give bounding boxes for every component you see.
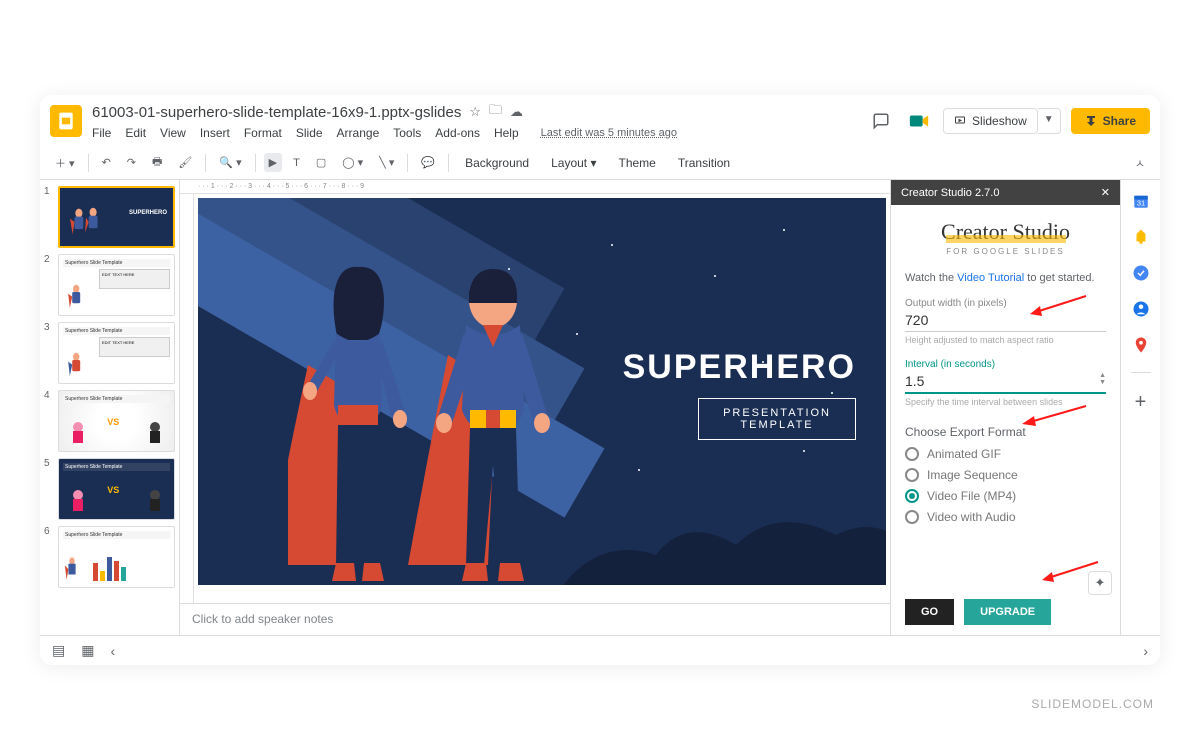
show-side-panel-icon[interactable]: ›	[1143, 643, 1148, 659]
video-tutorial-link[interactable]: Video Tutorial	[957, 272, 1024, 284]
side-panel-rail: 31 +	[1120, 180, 1160, 635]
menu-tools[interactable]: Tools	[393, 126, 421, 140]
creator-studio-panel: Creator Studio 2.7.0 ✕ Creator Studio FO…	[890, 180, 1120, 635]
interval-stepper[interactable]: ▲▼	[1099, 372, 1106, 386]
menu-edit[interactable]: Edit	[125, 126, 146, 140]
svg-text:31: 31	[1136, 199, 1144, 208]
collapse-toolbar-icon[interactable]: ㅅ	[1130, 152, 1150, 174]
slide-thumbnails: 1 SUPERHERO 2 Superhero Slide Template E…	[40, 180, 180, 635]
tasks-icon[interactable]	[1132, 264, 1150, 282]
output-width-label: Output width (in pixels)	[905, 298, 1106, 309]
sidebar-title: Creator Studio 2.7.0	[901, 187, 999, 199]
vertical-ruler	[180, 194, 194, 603]
share-button[interactable]: Share	[1071, 108, 1150, 134]
add-addon-icon[interactable]: +	[1132, 391, 1150, 409]
thumbnail-6[interactable]: Superhero Slide Template	[58, 526, 175, 588]
explore-button[interactable]: ✦	[1088, 571, 1112, 595]
slideshow-button[interactable]: Slideshow	[943, 108, 1038, 134]
grid-view-icon[interactable]: ▦	[81, 642, 94, 659]
print-button[interactable]: 🖶	[147, 150, 167, 175]
keep-icon[interactable]	[1132, 228, 1150, 246]
menu-addons[interactable]: Add-ons	[435, 126, 480, 140]
select-tool[interactable]: ▶	[264, 153, 282, 172]
creator-studio-logo: Creator Studio FOR GOOGLE SLIDES	[891, 205, 1120, 262]
thumbnail-3[interactable]: Superhero Slide Template EDIT TEXT HERE	[58, 322, 175, 384]
new-slide-button[interactable]: ＋ ▾	[50, 152, 80, 174]
export-format-title: Choose Export Format	[905, 425, 1106, 439]
output-width-input[interactable]	[905, 309, 1106, 332]
slide-title-text[interactable]: SUPERHERO	[623, 348, 856, 387]
last-edit-link[interactable]: Last edit was 5 minutes ago	[541, 127, 677, 139]
image-tool[interactable]: ▢	[311, 153, 331, 172]
slideshow-dropdown[interactable]: ▼	[1038, 108, 1061, 134]
undo-button[interactable]: ↶	[97, 153, 116, 172]
redo-button[interactable]: ↷	[122, 153, 141, 172]
thumbnail-2[interactable]: Superhero Slide Template EDIT TEXT HERE	[58, 254, 175, 316]
upgrade-button[interactable]: UPGRADE	[964, 599, 1051, 625]
paint-format-button[interactable]: 🖌	[173, 153, 197, 172]
document-title[interactable]: 61003-01-superhero-slide-template-16x9-1…	[92, 104, 461, 121]
thumbnail-5[interactable]: Superhero Slide Template VS	[58, 458, 175, 520]
collapse-filmstrip-icon[interactable]: ‹	[110, 643, 115, 659]
menu-slide[interactable]: Slide	[296, 126, 323, 140]
slide-subtitle-box[interactable]: PRESENTATION TEMPLATE	[698, 398, 856, 440]
menu-insert[interactable]: Insert	[200, 126, 230, 140]
thumbnail-4[interactable]: Superhero Slide Template VS	[58, 390, 175, 452]
option-video-mp4[interactable]: Video File (MP4)	[905, 489, 1106, 503]
shape-tool[interactable]: ◯ ▾	[337, 153, 368, 172]
textbox-tool[interactable]: T	[288, 154, 305, 172]
star-icon[interactable]: ☆	[469, 104, 481, 120]
calendar-icon[interactable]: 31	[1132, 192, 1150, 210]
hero-illustration	[288, 255, 558, 585]
layout-button[interactable]: Layout ▾	[543, 153, 604, 173]
option-image-sequence[interactable]: Image Sequence	[905, 468, 1106, 482]
menu-format[interactable]: Format	[244, 126, 282, 140]
move-icon[interactable]: 🗀	[489, 101, 502, 123]
menu-file[interactable]: File	[92, 126, 111, 140]
maps-icon[interactable]	[1132, 336, 1150, 354]
transition-button[interactable]: Transition	[670, 153, 738, 173]
interval-input[interactable]	[905, 370, 1106, 394]
menu-view[interactable]: View	[160, 126, 186, 140]
tutorial-text: Watch the Video Tutorial to get started.	[905, 272, 1106, 284]
thumbnail-1[interactable]: SUPERHERO	[58, 186, 175, 248]
meet-icon[interactable]	[905, 107, 933, 135]
toolbar: ＋ ▾ ↶ ↷ 🖶 🖌 🔍 ▾ ▶ T ▢ ◯ ▾ ╲ ▾ 💬 Backgrou…	[40, 146, 1160, 180]
filmstrip-view-icon[interactable]: ▤	[52, 642, 65, 659]
contacts-icon[interactable]	[1132, 300, 1150, 318]
slide-canvas[interactable]: SUPERHERO PRESENTATION TEMPLATE	[198, 198, 886, 585]
interval-label: Interval (in seconds)	[905, 359, 1106, 370]
menu-arrange[interactable]: Arrange	[337, 126, 380, 140]
horizontal-ruler: · · · 1 · · · 2 · · · 3 · · · 4 · · · 5 …	[180, 180, 890, 194]
cloud-status-icon: ☁	[510, 104, 523, 120]
line-tool[interactable]: ╲ ▾	[374, 153, 399, 172]
option-animated-gif[interactable]: Animated GIF	[905, 447, 1106, 461]
background-button[interactable]: Background	[457, 153, 537, 173]
comment-tool[interactable]: 💬	[416, 153, 440, 172]
zoom-button[interactable]: 🔍 ▾	[214, 153, 246, 172]
close-sidebar-icon[interactable]: ✕	[1101, 186, 1110, 199]
theme-button[interactable]: Theme	[611, 153, 664, 173]
bottom-bar: ▤ ▦ ‹ ›	[40, 635, 1160, 665]
speaker-notes[interactable]: Click to add speaker notes	[180, 603, 890, 635]
option-video-audio[interactable]: Video with Audio	[905, 510, 1106, 524]
slides-logo[interactable]	[50, 105, 82, 137]
watermark: SLIDEMODEL.COM	[1031, 697, 1154, 711]
menu-bar: File Edit View Insert Format Slide Arran…	[92, 126, 867, 140]
comments-icon[interactable]	[867, 107, 895, 135]
menu-help[interactable]: Help	[494, 126, 519, 140]
go-button[interactable]: GO	[905, 599, 954, 625]
